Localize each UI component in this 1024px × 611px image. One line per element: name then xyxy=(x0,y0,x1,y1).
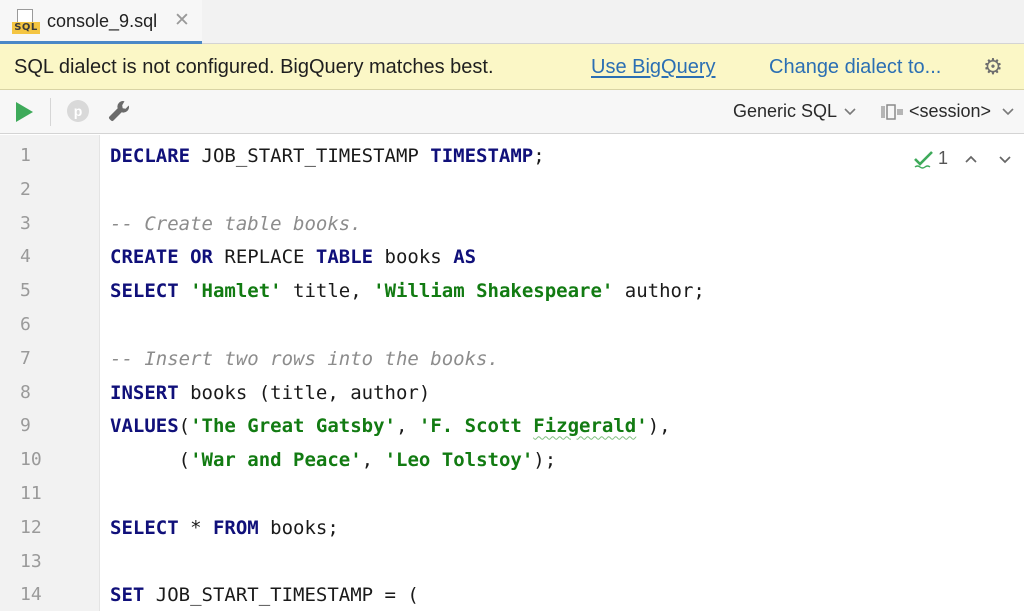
code-token: INSERT xyxy=(110,381,179,404)
code-token: 'War and Peace' xyxy=(190,449,362,472)
line-number: 1 xyxy=(20,145,31,166)
code-token: DECLARE xyxy=(110,145,191,167)
code-line[interactable]: INSERT books (title, author) xyxy=(110,381,430,405)
code-token: , xyxy=(396,415,419,438)
code-line[interactable]: SELECT * FROM books; xyxy=(110,516,339,540)
tab-title: console_9.sql xyxy=(47,11,158,31)
editor-toolbar: p Generic SQL <session> xyxy=(0,90,1024,134)
code-token: ; xyxy=(533,145,545,167)
code-token: -- Create table books. xyxy=(110,212,362,235)
code-token: AS xyxy=(453,246,477,269)
code-token: author; xyxy=(613,280,705,303)
code-token: -- Insert two rows into the books. xyxy=(110,347,499,370)
code-editor[interactable]: 1 2 3 4 5 6 7 8 9 10 11 12 13 14 DECLARE JOB_START_TI… xyxy=(0,135,1024,611)
code-token: JOB_START_TIMESTAMP xyxy=(190,145,431,167)
code-token: SELECT xyxy=(110,516,179,539)
line-number-gutter: 1 2 3 4 5 6 7 8 9 10 11 12 13 14 xyxy=(0,135,100,611)
code-token: ( xyxy=(178,415,191,438)
session-select[interactable]: <session> xyxy=(909,101,991,122)
use-bigquery-link[interactable]: Use BigQuery xyxy=(591,56,716,79)
code-token: * xyxy=(178,516,213,539)
code-line[interactable]: DECLARE JOB_START_TIMESTAMP TIMESTAMP; xyxy=(110,144,545,168)
code-token: SET xyxy=(110,584,145,607)
line-number: 7 xyxy=(20,347,31,369)
code-line[interactable]: SET JOB_START_TIMESTAMP = ( xyxy=(110,583,419,607)
code-line[interactable]: SELECT 'Hamlet' title, 'William Shakespe… xyxy=(110,279,705,303)
line-number: 4 xyxy=(20,246,31,268)
dialect-banner: SQL dialect is not configured. BigQuery … xyxy=(0,44,1024,90)
line-number: 2 xyxy=(20,178,31,200)
code-token: VALUES xyxy=(110,415,179,438)
run-icon[interactable] xyxy=(16,102,33,122)
code-line[interactable]: -- Insert two rows into the books. xyxy=(110,347,499,371)
banner-message: SQL dialect is not configured. BigQuery … xyxy=(14,56,494,78)
line-number: 8 xyxy=(20,381,31,403)
code-token: 'F. Scott xyxy=(418,415,534,438)
code-token: ), xyxy=(647,415,671,438)
code-token: 'William Shakespeare' xyxy=(373,280,614,303)
code-token: Fizgerald xyxy=(533,415,637,438)
code-token: JOB_START_TIMESTAMP = ( xyxy=(144,584,419,607)
code-token: ( xyxy=(110,449,191,472)
code-token: 'The Great Gatsby' xyxy=(190,415,396,438)
tab-console-9-sql[interactable]: SQL console_9.sql ✕ xyxy=(0,0,202,44)
chevron-down-icon[interactable] xyxy=(997,151,1013,167)
tab-bar: SQL console_9.sql ✕ xyxy=(0,0,1024,44)
code-token: books xyxy=(373,246,454,269)
gear-icon[interactable]: ⚙ xyxy=(981,55,1005,79)
chevron-down-icon[interactable] xyxy=(1000,103,1016,119)
code-token: ' xyxy=(636,415,648,438)
code-token: books (title, author) xyxy=(178,381,431,404)
inspection-count: 1 xyxy=(938,148,949,168)
profile-button[interactable]: p xyxy=(67,100,89,122)
inspection-widget: 1 xyxy=(913,147,1013,171)
code-line[interactable]: ('War and Peace', 'Leo Tolstoy'); xyxy=(110,448,557,472)
line-number: 6 xyxy=(20,314,31,335)
session-icon xyxy=(881,104,903,120)
change-dialect-link[interactable]: Change dialect to... xyxy=(769,56,941,79)
wrench-icon[interactable] xyxy=(106,98,132,124)
code-token: books; xyxy=(258,516,339,539)
chevron-up-icon[interactable] xyxy=(963,151,979,167)
code-line[interactable]: CREATE OR REPLACE TABLE books AS xyxy=(110,245,476,269)
dialect-select[interactable]: Generic SQL xyxy=(733,101,837,122)
code-token: title, xyxy=(281,280,374,303)
close-icon[interactable]: ✕ xyxy=(174,10,190,32)
code-token: REPLACE xyxy=(212,246,316,269)
code-token: TIMESTAMP xyxy=(430,145,534,167)
line-number: 10 xyxy=(20,449,42,471)
line-number: 5 xyxy=(20,280,31,302)
code-token: ); xyxy=(533,449,557,472)
line-number: 11 xyxy=(20,483,42,504)
code-token: 'Leo Tolstoy' xyxy=(384,449,534,472)
code-token: , xyxy=(361,449,385,472)
line-number: 12 xyxy=(20,516,42,538)
code-line[interactable]: -- Create table books. xyxy=(110,212,362,236)
chevron-down-icon[interactable] xyxy=(842,103,858,119)
line-number: 14 xyxy=(20,584,42,606)
code-token: SELECT xyxy=(110,280,179,303)
toolbar-divider xyxy=(50,98,51,126)
code-line[interactable]: VALUES('The Great Gatsby', 'F. Scott Fiz… xyxy=(110,414,671,438)
sql-file-icon: SQL xyxy=(12,9,40,35)
line-number: 9 xyxy=(20,415,31,437)
code-token: CREATE OR xyxy=(110,246,213,269)
code-token: 'Hamlet' xyxy=(190,280,282,303)
inspection-check-icon[interactable] xyxy=(913,149,935,169)
code-token: TABLE xyxy=(315,246,374,269)
code-token: FROM xyxy=(212,516,259,539)
line-number: 3 xyxy=(20,212,31,234)
line-number: 13 xyxy=(20,550,42,572)
